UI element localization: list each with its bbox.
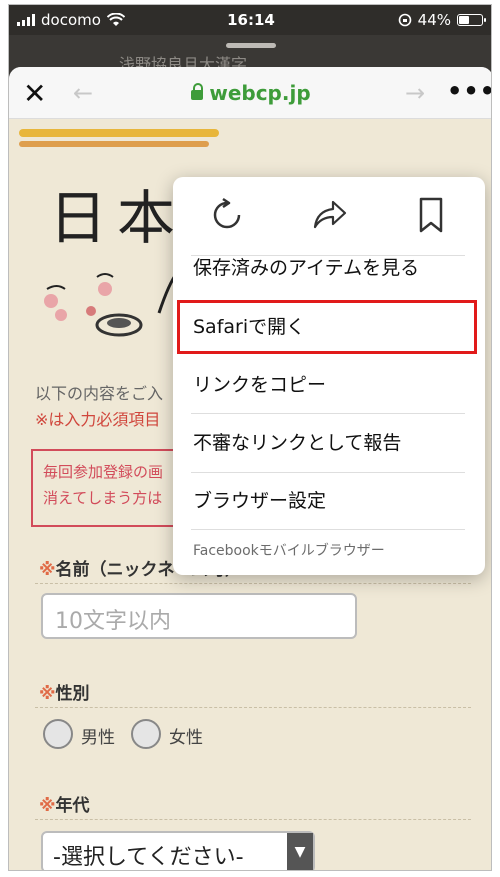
browser-navbar: ✕ ← webcp.jp → •••: [9, 67, 491, 119]
required-mark: ※: [39, 684, 56, 704]
reload-icon[interactable]: [207, 195, 247, 235]
status-bar: docomo 16:14 44%: [9, 5, 491, 35]
highlight-box: [177, 300, 477, 354]
age-field-label: ※年代: [39, 791, 90, 816]
more-options-button[interactable]: •••: [447, 77, 491, 105]
browser-options-menu: 保存済みのアイテムを見る Safariで開く リンクをコピー 不審なリンクとして…: [173, 177, 485, 575]
menu-item-browser-settings[interactable]: ブラウザー設定: [193, 474, 463, 528]
menu-item-report-link[interactable]: 不審なリンクとして報告: [193, 416, 463, 470]
in-app-browser: ✕ ← webcp.jp → ••• 日本 以下の内容をご入 ※は入力必須項目: [9, 67, 491, 870]
status-right: 44%: [398, 11, 486, 29]
name-input[interactable]: 10文字以内: [41, 593, 357, 639]
age-label-text: 年代: [55, 796, 90, 816]
menu-item-copy-link[interactable]: リンクをコピー: [193, 358, 463, 412]
phone-screen: docomo 16:14 44% 浅野協良且大漢字 ✕ ← webcp.jp →…: [8, 4, 492, 871]
share-icon[interactable]: [309, 195, 349, 235]
intro-line-2: ※は入力必須項目: [35, 410, 161, 429]
menu-divider: [191, 472, 465, 473]
battery-icon: [457, 14, 486, 26]
sheet-grabber[interactable]: [226, 43, 276, 48]
menu-item-saved-items[interactable]: 保存済みのアイテムを見る: [193, 241, 463, 295]
age-select[interactable]: -選択してください- ▼: [41, 831, 315, 870]
site-logo: 日本: [49, 184, 186, 252]
divider: [35, 583, 471, 584]
header-stripe-secondary: [19, 141, 209, 147]
age-select-value: -選択してください-: [53, 845, 244, 870]
lock-icon: [191, 83, 204, 100]
gender-female-radio[interactable]: [131, 719, 161, 749]
orientation-lock-icon: [398, 13, 411, 27]
menu-divider: [191, 413, 465, 414]
intro-text: 以下の内容をご入 ※は入力必須項目: [35, 381, 163, 433]
menu-footer: Facebookモバイルブラウザー: [193, 543, 385, 559]
gender-male-label: 男性: [81, 728, 115, 748]
gender-male-radio[interactable]: [43, 719, 73, 749]
battery-percent: 44%: [417, 11, 451, 29]
menu-divider: [191, 529, 465, 530]
gender-female-label: 女性: [169, 728, 203, 748]
intro-line-1: 以下の内容をご入: [35, 384, 164, 403]
forward-button[interactable]: →: [405, 79, 425, 107]
header-stripe: [19, 129, 219, 137]
url-text: webcp.jp: [209, 81, 311, 105]
divider: [35, 707, 471, 708]
gender-label-text: 性別: [55, 684, 90, 704]
required-mark: ※: [39, 796, 56, 816]
chevron-down-icon: ▼: [287, 833, 313, 870]
required-mark: ※: [39, 560, 56, 580]
gender-field-label: ※性別: [39, 679, 90, 704]
divider: [35, 819, 471, 820]
bookmark-icon[interactable]: [411, 195, 451, 235]
decoration-illustration: [44, 272, 179, 337]
